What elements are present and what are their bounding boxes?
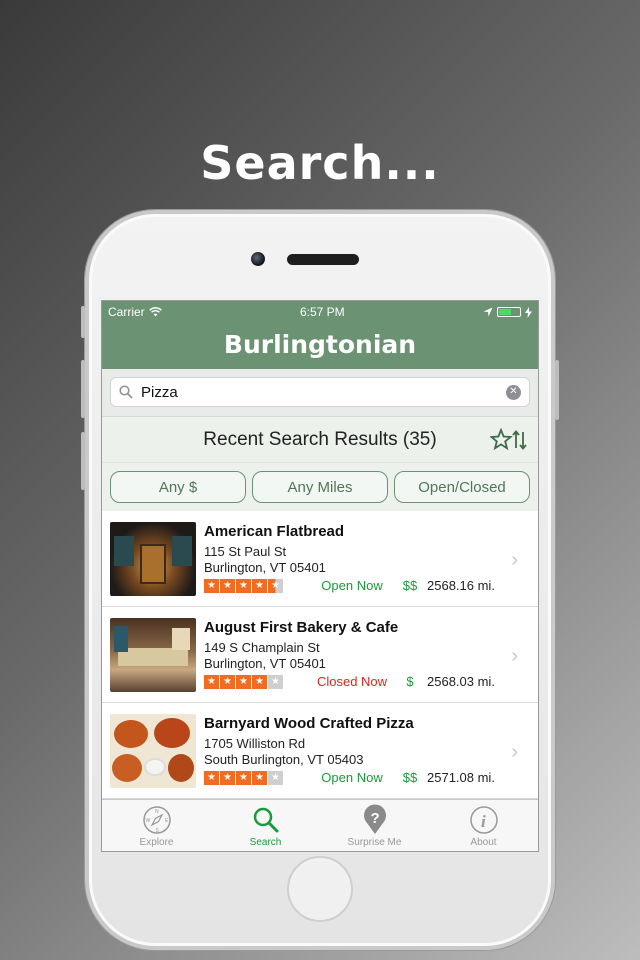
star-icon: ★ — [204, 770, 219, 785]
filter-bar: Any $ Any Miles Open/Closed — [102, 463, 538, 511]
empty-star-icon: ★ — [268, 674, 283, 689]
distance: 2568.03 mi. — [427, 673, 495, 689]
star-icon: ★ — [236, 770, 251, 785]
chevron-right-icon: › — [511, 741, 518, 763]
tab-about[interactable]: i About — [429, 800, 538, 851]
tab-surprise-me[interactable]: ? Surprise Me — [320, 800, 429, 851]
promo-headline: Search... — [200, 136, 440, 190]
star-icon: ★ — [220, 674, 235, 689]
front-camera — [251, 252, 265, 266]
open-status: Closed Now — [316, 673, 388, 689]
star-icon: ★ — [252, 578, 267, 593]
address-line-2: Burlington, VT 05401 — [204, 559, 326, 575]
mute-switch — [81, 306, 85, 338]
restaurant-name: August First Bakery & Cafe — [204, 618, 399, 636]
price-filter-button[interactable]: Any $ — [110, 471, 246, 503]
question-pin-icon: ? — [363, 804, 386, 834]
rating-stars: ★ ★ ★ ★ ★ — [204, 770, 283, 785]
list-item[interactable]: August First Bakery & Cafe 149 S Champla… — [102, 607, 538, 703]
tab-label: About — [470, 837, 497, 848]
location-arrow-icon — [483, 307, 493, 317]
search-input[interactable] — [141, 383, 506, 401]
address-line-1: 149 S Champlain St — [204, 639, 320, 655]
search-bar: ✕ — [102, 369, 538, 417]
chevron-right-icon: › — [511, 645, 518, 667]
status-time: 6:57 PM — [299, 305, 345, 319]
search-icon — [119, 385, 133, 399]
sort-favorites-button[interactable] — [489, 427, 528, 458]
restaurant-photo — [110, 617, 196, 692]
svg-text:i: i — [481, 812, 486, 831]
restaurant-photo — [110, 521, 196, 596]
wifi-icon — [148, 307, 162, 317]
list-item[interactable]: American Flatbread 115 St Paul St Burlin… — [102, 511, 538, 607]
battery-icon — [497, 307, 521, 317]
svg-text:W: W — [145, 818, 150, 824]
half-star-icon: ★ — [268, 578, 283, 593]
svg-text:?: ? — [370, 810, 379, 827]
phone-screen: Carrier 6:57 PM Burlingtonian Pizza ✕ Re… — [101, 300, 539, 852]
nav-bar: Carrier 6:57 PM Burlingtonian — [102, 301, 538, 369]
open-closed-filter-button[interactable]: Open/Closed — [394, 471, 530, 503]
star-icon: ★ — [204, 674, 219, 689]
list-item[interactable]: Barnyard Wood Crafted Pizza 1705 Willist… — [102, 703, 538, 799]
star-icon: ★ — [220, 578, 235, 593]
tab-explore[interactable]: N S W E Explore — [102, 800, 211, 851]
home-button[interactable] — [287, 856, 353, 922]
volume-up-button — [81, 360, 85, 418]
status-bar: Carrier 6:57 PM — [102, 301, 538, 323]
address-line-1: 1705 Williston Rd — [204, 735, 306, 751]
earpiece-speaker — [287, 254, 359, 265]
price-level: $$ — [402, 769, 418, 785]
results-list: American Flatbread 115 St Paul St Burlin… — [102, 511, 538, 799]
results-header: Recent Search Results (35) — [102, 417, 538, 463]
clear-icon: ✕ — [509, 386, 518, 397]
open-status: Open Now — [321, 769, 383, 785]
results-title: Recent Search Results (35) — [203, 428, 437, 450]
star-icon: ★ — [204, 578, 219, 593]
restaurant-name: Barnyard Wood Crafted Pizza — [204, 714, 414, 732]
carrier-label: Carrier — [108, 305, 145, 319]
distance-filter-button[interactable]: Any Miles — [252, 471, 388, 503]
address-line-2: South Burlington, VT 05403 — [204, 751, 364, 767]
star-sort-icon — [489, 427, 527, 451]
compass-icon: N S W E — [142, 806, 171, 834]
volume-down-button — [81, 432, 85, 490]
power-button — [555, 360, 559, 420]
star-icon: ★ — [236, 674, 251, 689]
distance: 2568.16 mi. — [427, 577, 495, 593]
chevron-right-icon: › — [511, 549, 518, 571]
star-icon: ★ — [236, 578, 251, 593]
price-level: $ — [406, 673, 414, 689]
tab-label: Search — [249, 837, 282, 848]
tab-search[interactable]: Search — [211, 800, 320, 851]
star-icon: ★ — [252, 770, 267, 785]
restaurant-photo — [110, 713, 196, 788]
info-icon: i — [469, 806, 498, 834]
tab-label: Explore — [139, 837, 174, 848]
svg-text:N: N — [155, 809, 159, 815]
star-icon: ★ — [220, 770, 235, 785]
restaurant-name: American Flatbread — [204, 522, 345, 540]
star-icon: ★ — [252, 674, 267, 689]
tab-label: Surprise Me — [347, 837, 402, 848]
rating-stars: ★ ★ ★ ★ ★ — [204, 674, 283, 689]
app-title: Burlingtonian — [223, 330, 417, 359]
address-line-2: Burlington, VT 05401 — [204, 655, 326, 671]
tab-bar: N S W E Explore Search ? Surprise Me i A… — [102, 799, 538, 851]
search-field[interactable]: ✕ — [110, 377, 530, 407]
empty-star-icon: ★ — [268, 770, 283, 785]
phone-frame: Carrier 6:57 PM Burlingtonian Pizza ✕ Re… — [81, 210, 559, 950]
open-status: Open Now — [321, 577, 383, 593]
clear-search-button[interactable]: ✕ — [506, 384, 521, 400]
distance: 2571.08 mi. — [427, 769, 495, 785]
price-level: $$ — [402, 577, 418, 593]
charging-bolt-icon — [525, 306, 532, 318]
svg-text:E: E — [165, 818, 169, 824]
address-line-1: 115 St Paul St — [204, 543, 287, 559]
rating-stars: ★ ★ ★ ★ ★ — [204, 578, 283, 593]
search-icon — [253, 807, 278, 833]
